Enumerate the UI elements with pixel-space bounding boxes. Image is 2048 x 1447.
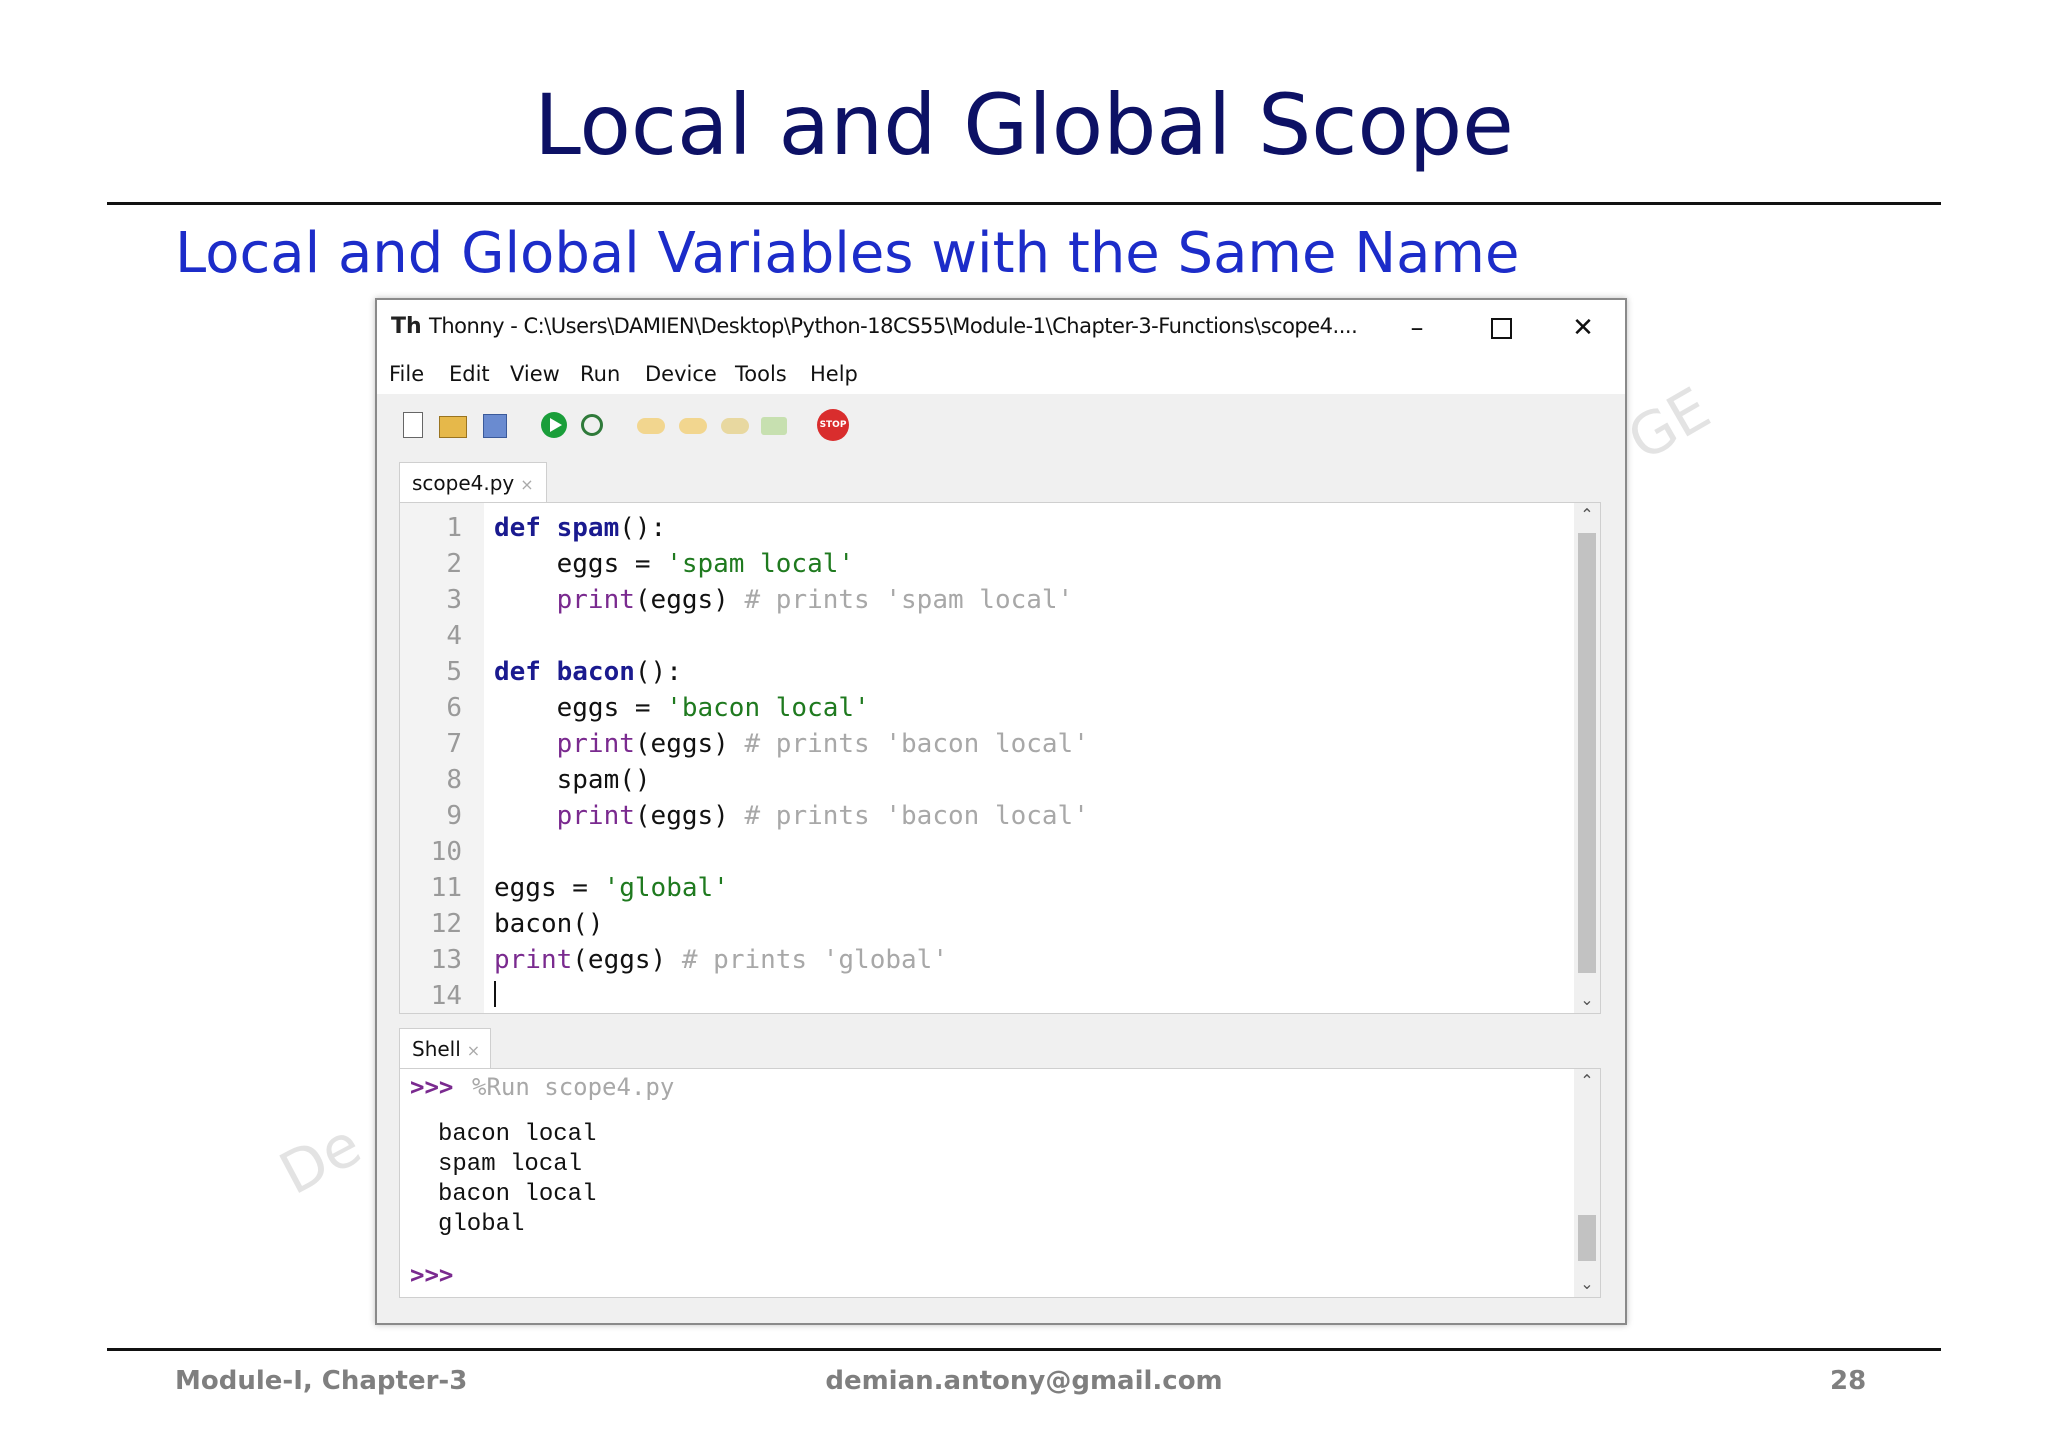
watermark-left: De (268, 1110, 372, 1208)
footer-email: demian.antony@gmail.com (825, 1366, 1223, 1396)
code-line: def bacon(): (494, 657, 682, 687)
close-tab-icon[interactable]: × (520, 475, 533, 494)
shell-prompt: >>> (410, 1073, 454, 1101)
stop-icon[interactable]: STOP (817, 409, 849, 441)
editor-scroll-thumb[interactable] (1578, 533, 1596, 973)
shell-panel[interactable]: >>> %Run scope4.py bacon local spam loca… (399, 1068, 1601, 1298)
code-line: print(eggs) # prints 'bacon local' (556, 801, 1089, 831)
text-cursor (494, 981, 496, 1007)
window-title: Thonny - C:\Users\DAMIEN\Desktop\Python-… (429, 314, 1358, 338)
thonny-window: Th Thonny - C:\Users\DAMIEN\Desktop\Pyth… (375, 298, 1627, 1325)
line-number: 12 (430, 909, 462, 939)
toolbar: STOP (377, 394, 1625, 454)
title-bar: Th Thonny - C:\Users\DAMIEN\Desktop\Pyth… (377, 300, 1625, 356)
resume-icon[interactable] (761, 417, 787, 435)
menu-file[interactable]: File (389, 362, 424, 386)
code-line: print(eggs) # prints 'bacon local' (556, 729, 1089, 759)
line-number: 7 (446, 729, 462, 759)
tab-scope4[interactable]: scope4.py × (399, 462, 547, 502)
line-number: 9 (446, 801, 462, 831)
menu-tools[interactable]: Tools (735, 362, 787, 386)
shell-scroll-up-icon[interactable]: ⌃ (1574, 1071, 1600, 1090)
code-line: def spam(): (494, 513, 667, 543)
tab-shell[interactable]: Shell × (399, 1028, 491, 1068)
close-button[interactable]: ✕ (1563, 310, 1603, 346)
code-line: print(eggs) # prints 'global' (494, 945, 948, 975)
menu-help[interactable]: Help (810, 362, 858, 386)
run-icon[interactable] (541, 412, 567, 438)
editor-tab-label: scope4.py (412, 471, 515, 495)
maximize-icon (1490, 318, 1512, 339)
code-line: eggs = 'global' (494, 873, 729, 903)
shell-output-line: spam local (438, 1151, 583, 1178)
page-number: 28 (1830, 1366, 1867, 1396)
shell-output-line: bacon local (438, 1181, 597, 1208)
line-number: 10 (430, 837, 462, 867)
line-number: 3 (446, 585, 462, 615)
line-number: 14 (430, 981, 462, 1011)
menu-view[interactable]: View (510, 362, 560, 386)
maximize-button[interactable] (1481, 310, 1521, 346)
thonny-app-icon: Th (391, 314, 422, 339)
menu-device[interactable]: Device (645, 362, 717, 386)
line-number: 4 (446, 621, 462, 651)
menu-run[interactable]: Run (580, 362, 620, 386)
footer-rule (107, 1348, 1941, 1351)
save-icon[interactable] (483, 414, 507, 438)
line-number: 2 (446, 549, 462, 579)
shell-scroll-down-icon[interactable]: ⌄ (1574, 1274, 1600, 1293)
code-line: bacon() (494, 909, 604, 939)
scroll-up-icon[interactable]: ⌃ (1574, 505, 1600, 524)
line-number: 11 (430, 873, 462, 903)
code-editor[interactable]: 1 2 3 4 5 6 7 8 9 10 11 12 13 14 def spa… (399, 502, 1601, 1014)
new-file-icon[interactable] (403, 412, 423, 438)
shell-output-line: bacon local (438, 1121, 597, 1148)
open-file-icon[interactable] (439, 416, 467, 438)
watermark-right: GE (1616, 374, 1722, 474)
debug-icon[interactable] (581, 414, 603, 436)
line-number: 13 (430, 945, 462, 975)
minimize-button[interactable]: – (1397, 310, 1437, 346)
menu-bar: File Edit View Run Device Tools Help (377, 356, 1625, 394)
editor-scrollbar[interactable]: ⌃ ⌄ (1574, 503, 1600, 1013)
close-shell-tab-icon[interactable]: × (467, 1041, 480, 1060)
line-number-gutter: 1 2 3 4 5 6 7 8 9 10 11 12 13 14 (400, 503, 484, 1013)
scroll-down-icon[interactable]: ⌄ (1574, 990, 1600, 1009)
code-line: spam() (494, 765, 651, 795)
step-over-icon[interactable] (637, 418, 665, 434)
menu-edit[interactable]: Edit (449, 362, 490, 386)
line-number: 6 (446, 693, 462, 723)
step-out-icon[interactable] (721, 418, 749, 434)
step-into-icon[interactable] (679, 418, 707, 434)
code-line: eggs = 'bacon local' (494, 693, 870, 723)
code-line: print(eggs) # prints 'spam local' (556, 585, 1074, 615)
shell-scrollbar[interactable]: ⌃ ⌄ (1574, 1069, 1600, 1297)
shell-input-prompt[interactable]: >>> (410, 1261, 453, 1289)
shell-output-line: global (438, 1211, 525, 1238)
shell-tab-label: Shell (412, 1037, 461, 1061)
line-number: 5 (446, 657, 462, 687)
slide-title: Local and Global Scope (534, 76, 1514, 174)
code-line: eggs = 'spam local' (494, 549, 855, 579)
title-rule (107, 202, 1941, 205)
shell-scroll-thumb[interactable] (1578, 1215, 1596, 1261)
slide-subtitle: Local and Global Variables with the Same… (175, 221, 1520, 286)
run-command: %Run scope4.py (472, 1073, 675, 1101)
line-number: 8 (446, 765, 462, 795)
line-number: 1 (446, 513, 462, 543)
